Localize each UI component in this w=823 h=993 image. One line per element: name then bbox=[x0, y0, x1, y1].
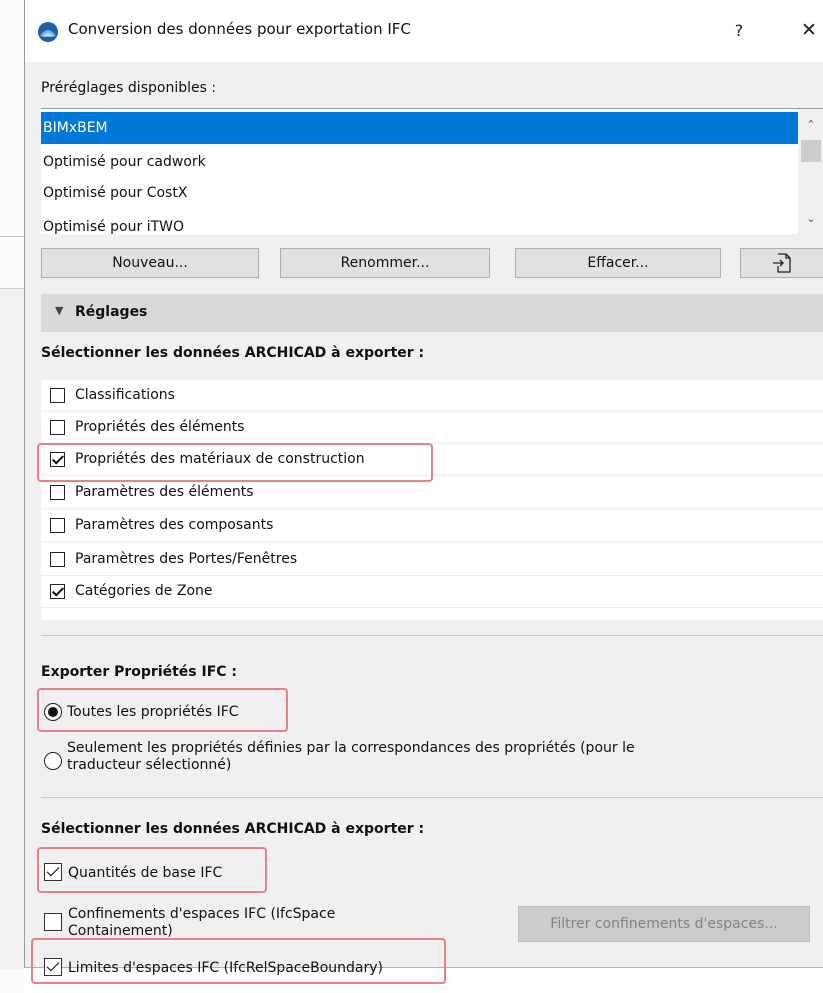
background-panel bbox=[0, 288, 24, 969]
ifc-properties-label: Exporter Propriétés IFC : bbox=[41, 664, 238, 680]
checkbox-element-parameters[interactable] bbox=[50, 485, 65, 500]
section-divider-2 bbox=[41, 797, 823, 798]
window-title: Conversion des données pour exportation … bbox=[68, 20, 411, 38]
close-button[interactable]: ✕ bbox=[795, 14, 823, 46]
filter-space-containment-button[interactable]: Filtrer confinements d'espaces... bbox=[518, 906, 810, 942]
archicad-logo-icon bbox=[38, 22, 58, 42]
checkbox-ifc-space-containment[interactable] bbox=[44, 913, 62, 931]
data-item-classifications[interactable]: Classifications bbox=[41, 380, 823, 412]
preset-item-costx[interactable]: Optimisé pour CostX bbox=[41, 177, 798, 209]
help-button[interactable]: ? bbox=[727, 16, 751, 46]
scroll-up-icon[interactable]: ⌃ bbox=[798, 115, 823, 135]
ifc-space-containment-label-line1[interactable]: Confinements d'espaces IFC (IfcSpace bbox=[68, 906, 335, 923]
presets-scrollbar[interactable]: ⌃ ⌄ bbox=[798, 109, 823, 234]
highlight-material-properties bbox=[37, 443, 433, 482]
preset-item-cadwork[interactable]: Optimisé pour cadwork bbox=[41, 146, 798, 178]
checkbox-component-parameters[interactable] bbox=[50, 518, 65, 533]
background-divider bbox=[0, 236, 24, 237]
preset-item-itwo[interactable]: Optimisé pour iTWO bbox=[41, 211, 798, 234]
presets-list[interactable]: BIMxBEM Optimisé pour cadwork Optimisé p… bbox=[41, 108, 823, 234]
close-icon: ✕ bbox=[801, 19, 817, 41]
highlight-all-ifc-properties bbox=[37, 688, 288, 732]
background-window bbox=[0, 0, 24, 993]
preset-item-bimxbem[interactable]: BIMxBEM bbox=[41, 112, 798, 144]
delete-preset-button[interactable]: Effacer... bbox=[515, 248, 721, 278]
ifc-export-dialog: Conversion des données pour exportation … bbox=[24, 0, 823, 976]
radio-mapped-ifc-properties[interactable] bbox=[44, 752, 62, 770]
mapped-ifc-properties-label-line2[interactable]: traducteur sélectionné) bbox=[67, 757, 231, 774]
data-item-door-window-parameters[interactable]: Paramètres des Portes/Fenêtres bbox=[41, 544, 823, 576]
checkbox-door-window-parameters[interactable] bbox=[50, 552, 65, 567]
settings-header-label: Réglages bbox=[75, 304, 148, 320]
collapse-triangle-icon: ▼ bbox=[55, 304, 64, 317]
scrollbar-thumb[interactable] bbox=[801, 140, 821, 162]
archicad-data-label: Sélectionner les données ARCHICAD à expo… bbox=[41, 345, 425, 361]
rename-preset-button[interactable]: Renommer... bbox=[280, 248, 490, 278]
title-bar: Conversion des données pour exportation … bbox=[25, 0, 823, 62]
highlight-ifc-space-boundaries bbox=[31, 938, 446, 984]
archicad-data-list: Classifications Propriétés des éléments … bbox=[41, 380, 823, 620]
presets-label: Préréglages disponibles : bbox=[41, 80, 217, 96]
mapped-ifc-properties-label-line1[interactable]: Seulement les propriétés définies par la… bbox=[67, 740, 635, 757]
checkbox-element-properties[interactable] bbox=[50, 420, 65, 435]
data-item-component-parameters[interactable]: Paramètres des composants bbox=[41, 510, 823, 542]
checkbox-classifications[interactable] bbox=[50, 388, 65, 403]
import-preset-button[interactable] bbox=[740, 248, 823, 278]
section-divider bbox=[41, 635, 823, 636]
settings-section-header[interactable]: ▼ Réglages bbox=[41, 294, 823, 332]
checkbox-zone-categories[interactable] bbox=[50, 584, 65, 599]
highlight-ifc-base-quantities bbox=[37, 847, 267, 893]
data-item-element-properties[interactable]: Propriétés des éléments bbox=[41, 412, 823, 444]
data-item-zone-categories[interactable]: Catégories de Zone bbox=[41, 576, 823, 608]
import-icon bbox=[773, 253, 791, 273]
archicad-data-label-2: Sélectionner les données ARCHICAD à expo… bbox=[41, 821, 425, 837]
new-preset-button[interactable]: Nouveau... bbox=[41, 248, 259, 278]
scroll-down-icon[interactable]: ⌄ bbox=[798, 209, 823, 229]
